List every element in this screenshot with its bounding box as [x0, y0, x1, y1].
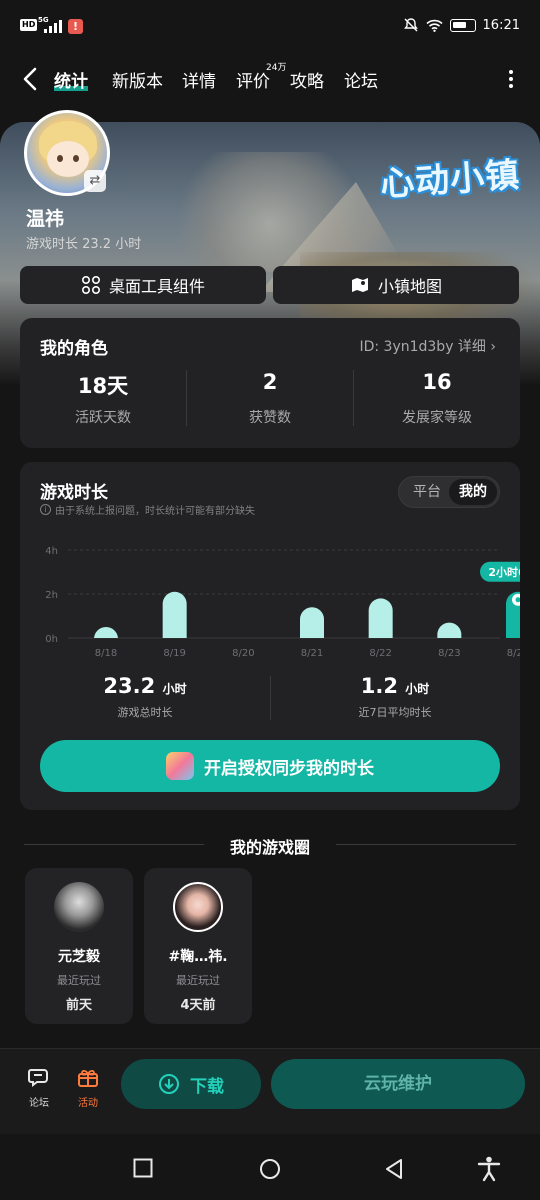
playtime-text: 游戏时长 23.2 小时 [26, 237, 142, 252]
tab-reviews[interactable]: 评价 [236, 67, 270, 92]
friend-avatar [173, 882, 223, 932]
total-playtime: 23.2 小时 [103, 674, 187, 698]
activity-label: 活动 [78, 1098, 98, 1109]
download-label: 下载 [190, 1076, 224, 1097]
tab-details[interactable]: 详情 [182, 67, 216, 92]
chart-bar [300, 607, 324, 638]
forum-button[interactable]: 论坛 [24, 1065, 54, 1109]
game-app-icon [166, 752, 194, 780]
review-count-badge: 24万 [266, 63, 287, 73]
toggle-mine[interactable]: 我的 [449, 479, 497, 505]
toggle-platform[interactable]: 平台 [403, 479, 451, 505]
avg-playtime: 1.2 小时 [360, 674, 430, 698]
activity-button[interactable]: 活动 [73, 1065, 103, 1109]
x-tick-label: 8/22 [369, 648, 391, 659]
friend-avatar [54, 882, 104, 932]
friend-card[interactable]: #鞠…祎. 最近玩过 4天前 [144, 868, 252, 1024]
wifi-icon [425, 19, 443, 32]
x-tick-label: 8/18 [95, 648, 117, 659]
gift-icon [78, 1069, 98, 1087]
map-icon [351, 278, 368, 292]
tab-forum[interactable]: 论坛 [344, 67, 378, 92]
bottom-action-bar: 论坛 活动 下载 云玩维护 [0, 1048, 540, 1134]
system-nav-bar [0, 1134, 540, 1200]
battery-icon [449, 18, 476, 32]
chat-icon [28, 1069, 48, 1087]
developer-level-label: 发展家等级 [402, 410, 472, 426]
more-icon[interactable] [508, 70, 514, 90]
desktop-widget-label: 桌面工具组件 [108, 277, 205, 296]
cloud-play-button[interactable]: 云玩维护 [271, 1059, 525, 1109]
likes-value: 2 [262, 370, 278, 394]
x-tick-label: 8/20 [232, 648, 254, 659]
recent-apps-icon[interactable] [133, 1158, 153, 1178]
y-tick-label: 4h [45, 546, 58, 557]
sync-playtime-label: 开启授权同步我的时长 [204, 758, 374, 779]
tab-stats[interactable]: 统计 [54, 67, 88, 92]
active-days-value: 18天 [77, 374, 129, 398]
divider [336, 844, 516, 845]
playtime-note: i 由于系统上报问题，时长统计可能有部分缺失 [40, 502, 255, 517]
chart-bar [162, 591, 187, 638]
mute-bell-icon [403, 18, 418, 32]
swap-avatar-icon[interactable]: ⇄ [84, 170, 106, 192]
forum-label: 论坛 [29, 1098, 49, 1109]
accessibility-icon[interactable] [477, 1156, 501, 1182]
friend-card[interactable]: 元芝毅 最近玩过 前天 [25, 868, 133, 1024]
role-card-title: 我的角色 [40, 339, 108, 359]
friend-name: 元芝毅 [58, 949, 100, 965]
download-icon [159, 1074, 179, 1094]
active-days-label: 活跃天数 [75, 410, 131, 426]
alert-icon: ! [68, 19, 83, 34]
x-tick-label: 8/24 [507, 648, 520, 659]
game-logo: 心动小镇 [379, 155, 522, 205]
x-tick-label: 8/23 [438, 648, 460, 659]
info-icon: i [40, 504, 51, 515]
tab-guides[interactable]: 攻略 [290, 67, 324, 92]
back-triangle-icon[interactable] [384, 1158, 404, 1180]
y-tick-label: 0h [45, 634, 58, 645]
chart-bar [368, 598, 393, 638]
x-tick-label: 8/21 [301, 648, 323, 659]
download-button[interactable]: 下载 [121, 1059, 261, 1109]
highlight-tooltip-label: 2小时6分钟 [488, 565, 520, 579]
source-toggle[interactable]: 平台 我的 [398, 476, 500, 508]
town-map-label: 小镇地图 [377, 277, 442, 296]
town-map-button[interactable]: 小镇地图 [273, 266, 519, 304]
sync-playtime-button[interactable]: 开启授权同步我的时长 [40, 740, 500, 792]
y-tick-label: 2h [45, 590, 58, 601]
tab-new-version[interactable]: 新版本 [112, 67, 163, 92]
username: 温祎 [26, 208, 65, 230]
x-tick-label: 8/19 [163, 648, 185, 659]
total-playtime-label: 游戏总时长 [117, 706, 173, 719]
back-arrow-icon[interactable] [20, 66, 42, 92]
friend-last-played: 4天前 [180, 998, 216, 1013]
playtime-chart: 4h 2h 0h 8/18 8/19 8/20 8/21 8/22 8/23 2小时6分钟 8/24 [45, 546, 520, 659]
widgets-icon [81, 275, 100, 295]
signal-icon [44, 20, 62, 33]
developer-level-value: 16 [422, 370, 452, 394]
friend-recent-label: 最近玩过 [176, 974, 220, 987]
friend-recent-label: 最近玩过 [57, 974, 101, 987]
friend-last-played: 前天 [65, 998, 92, 1013]
playtime-card: 游戏时长 i 由于系统上报问题，时长统计可能有部分缺失 平台 我的 4h 2h 0h… [20, 462, 520, 810]
home-icon[interactable] [259, 1158, 281, 1180]
desktop-widget-button[interactable]: 桌面工具组件 [20, 266, 266, 304]
role-id-link[interactable]: ID: 3yn1d3by 详细 › [359, 336, 496, 356]
likes-label: 获赞数 [249, 410, 291, 426]
top-nav: 统计 新版本 详情 评价 24万 攻略 论坛 [0, 52, 540, 104]
chart-bar [94, 627, 118, 639]
friend-name: #鞠…祎. [168, 949, 228, 965]
chart-bar [437, 622, 462, 638]
status-bar: HD 5G ! 16:21 [0, 0, 540, 52]
game-circle-title: 我的游戏圈 [229, 838, 310, 857]
playtime-card-title: 游戏时长 [40, 483, 108, 503]
clock: 16:21 [482, 17, 520, 33]
hd-indicator: HD [20, 19, 38, 31]
avg-playtime-label: 近7日平均时长 [358, 706, 432, 719]
role-card: 我的角色 ID: 3yn1d3by 详细 › 18天 活跃天数 2 获赞数 16… [20, 318, 520, 448]
